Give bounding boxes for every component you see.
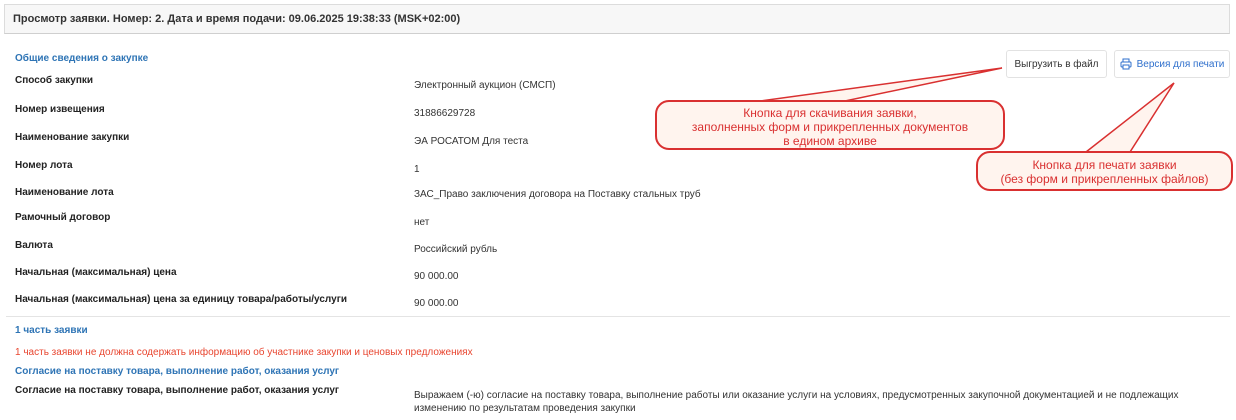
export-callout-arrow (759, 67, 1003, 102)
export-callout-line1: Кнопка для скачивания заявки, (743, 106, 917, 120)
print-callout-line2: (без форм и прикрепленных файлов) (1000, 172, 1209, 186)
print-callout-arrow (1083, 82, 1175, 153)
print-callout-line1: Кнопка для печати заявки (1032, 158, 1177, 172)
print-callout: Кнопка для печати заявки (без форм и при… (976, 151, 1233, 191)
callout-arrows (759, 67, 1175, 153)
export-callout: Кнопка для скачивания заявки, заполненны… (655, 100, 1005, 150)
export-callout-line2: заполненных форм и прикрепленных докумен… (691, 120, 969, 134)
export-callout-line3: в едином архиве (783, 134, 877, 148)
